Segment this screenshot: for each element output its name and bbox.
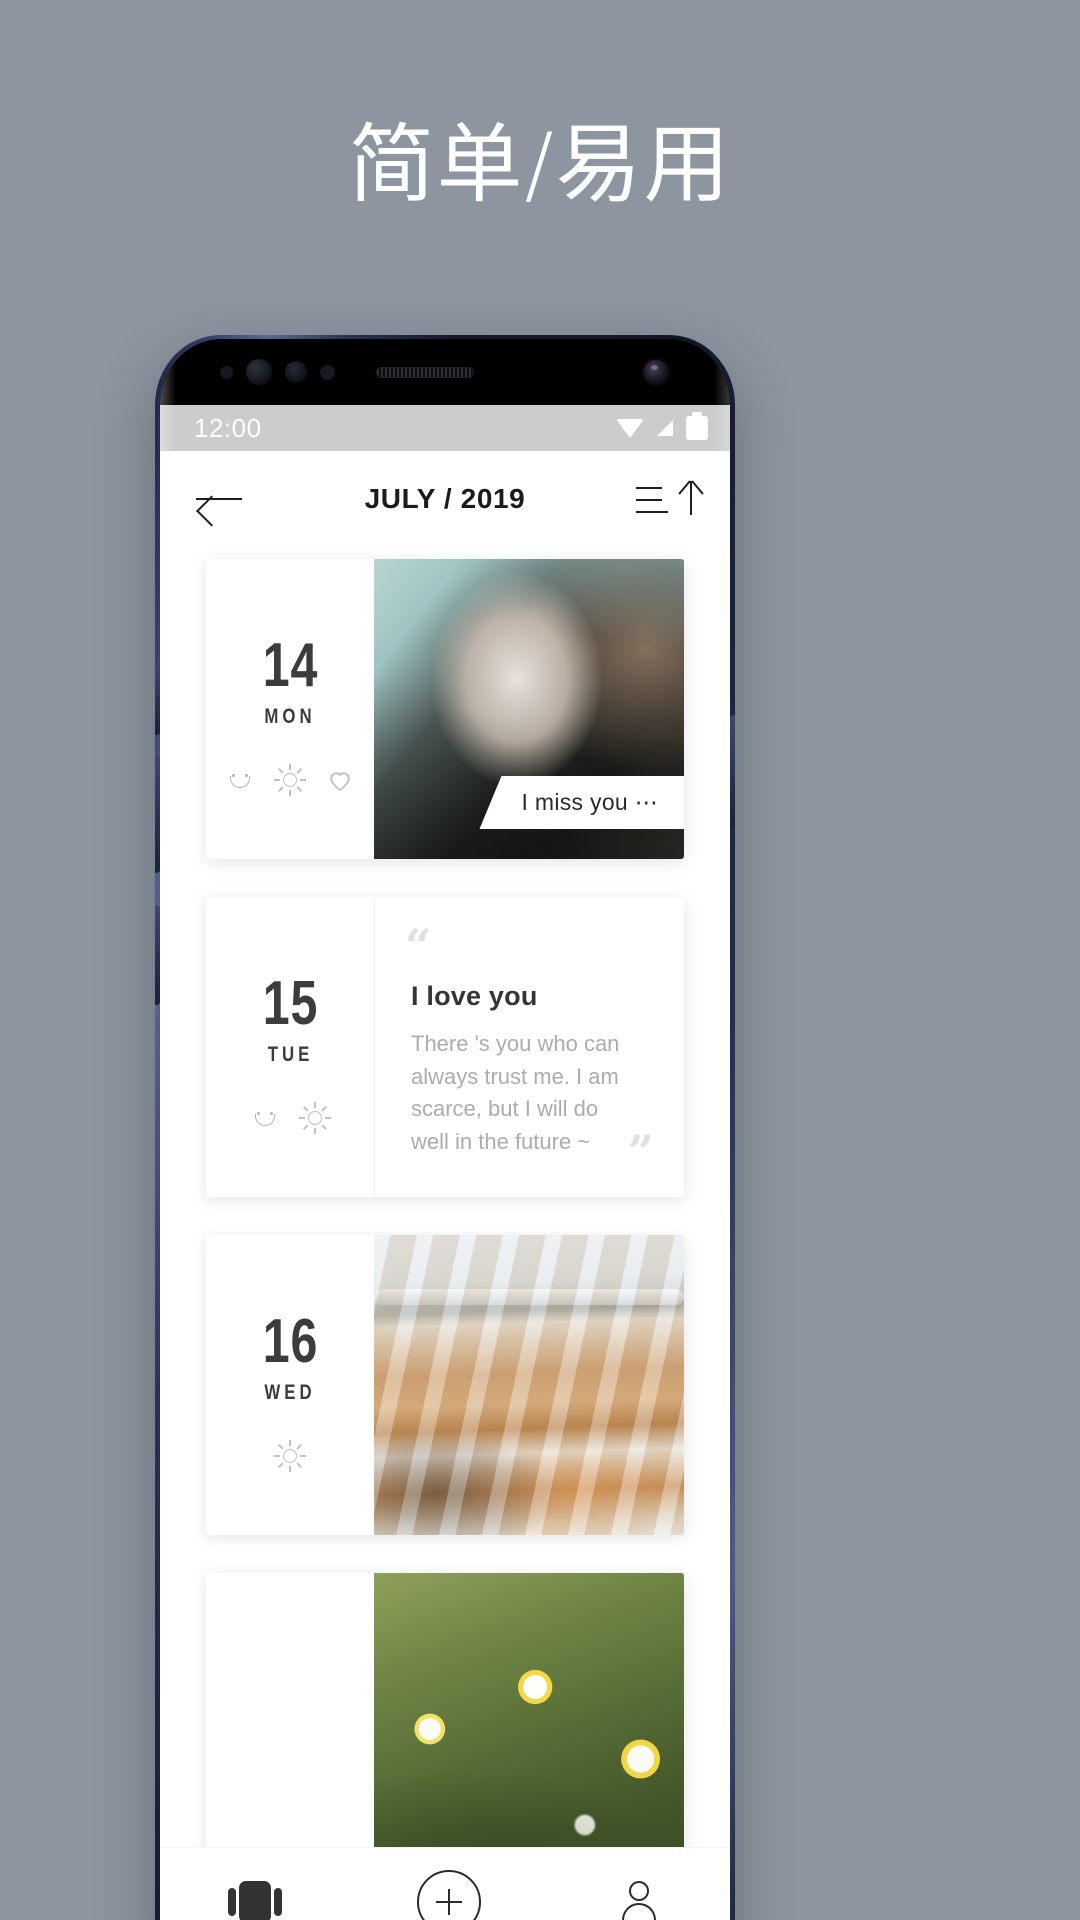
day-number: 15 (262, 969, 318, 1038)
assistant-button[interactable] (155, 905, 160, 1005)
power-button[interactable] (730, 715, 735, 827)
weekday-label: TUE (267, 1043, 313, 1066)
card-media[interactable]: I miss you ⋯ (374, 559, 684, 859)
profile-icon[interactable] (616, 1879, 662, 1920)
wifi-icon (616, 418, 644, 438)
volume-down-button[interactable] (155, 755, 160, 873)
card-quote[interactable]: “ I love you There 's you who can always… (374, 897, 684, 1197)
add-icon[interactable] (416, 1869, 481, 1920)
mood-icon-row (225, 764, 355, 796)
status-time: 12:00 (194, 412, 262, 443)
signal-icon (657, 420, 673, 436)
smile-icon[interactable] (250, 1103, 280, 1133)
cards-icon[interactable] (227, 1880, 282, 1920)
card-date-panel (206, 1573, 374, 1847)
card-date-panel: 15 TUE (206, 897, 374, 1197)
diary-card[interactable]: 16 WED (206, 1235, 684, 1535)
weekday-label: WED (264, 1381, 316, 1404)
battery-icon (686, 412, 708, 440)
sun-icon[interactable] (274, 1440, 306, 1472)
volume-up-button[interactable] (155, 665, 160, 735)
weekday-label: MON (264, 705, 316, 728)
smile-icon[interactable] (225, 765, 255, 795)
app-header: JULY / 2019 (160, 451, 730, 547)
status-icon-group (616, 412, 708, 440)
card-media[interactable] (374, 1235, 684, 1535)
promo-headline: 简单/易用 (348, 115, 732, 215)
diary-card[interactable]: 14 MON I miss you ⋯ (206, 559, 684, 859)
quote-text: There 's you who can always trust me. I … (411, 1031, 620, 1154)
status-bar: 12:00 (160, 405, 730, 451)
phone-mockup: 12:00 JULY / 2019 14 MON I miss you ⋯ 15… (155, 335, 735, 1920)
light-sensor-icon (220, 365, 233, 379)
diary-card[interactable] (206, 1573, 684, 1847)
earpiece-speaker (376, 366, 474, 378)
front-camera-icon (642, 358, 670, 386)
quote-title: I love you (411, 981, 538, 1011)
day-number: 14 (262, 631, 318, 700)
device-top-bezel (160, 339, 730, 405)
card-date-panel: 14 MON (206, 559, 374, 859)
led-indicator-icon (320, 364, 335, 380)
sun-icon[interactable] (299, 1102, 331, 1134)
daisy-flowers-photo (374, 1573, 684, 1847)
diary-card[interactable]: 15 TUE “ I love you There 's you who can… (206, 897, 684, 1197)
card-date-panel: 16 WED (206, 1235, 374, 1535)
bottom-navigation (160, 1847, 730, 1920)
heart-icon[interactable] (325, 765, 355, 795)
app-screen: 12:00 JULY / 2019 14 MON I miss you ⋯ 15… (160, 405, 730, 1920)
proximity-sensor-icon (285, 361, 307, 383)
clothes-hangers-photo (374, 1235, 684, 1535)
quote-open-mark: “ (405, 919, 432, 973)
iris-scanner-icon (246, 359, 272, 385)
quote-close-mark: ” (627, 1125, 654, 1179)
day-number: 16 (262, 1307, 318, 1376)
diary-card-list[interactable]: 14 MON I miss you ⋯ 15 TUE “ I love you … (160, 547, 730, 1847)
card-media[interactable] (374, 1573, 684, 1847)
sun-icon[interactable] (274, 764, 306, 796)
mood-icon-row (274, 1440, 306, 1472)
sort-ascending-icon[interactable] (636, 479, 694, 519)
mood-icon-row (250, 1102, 331, 1134)
card-caption: I miss you ⋯ (479, 776, 684, 829)
phone-screen-area: 12:00 JULY / 2019 14 MON I miss you ⋯ 15… (160, 339, 730, 1920)
